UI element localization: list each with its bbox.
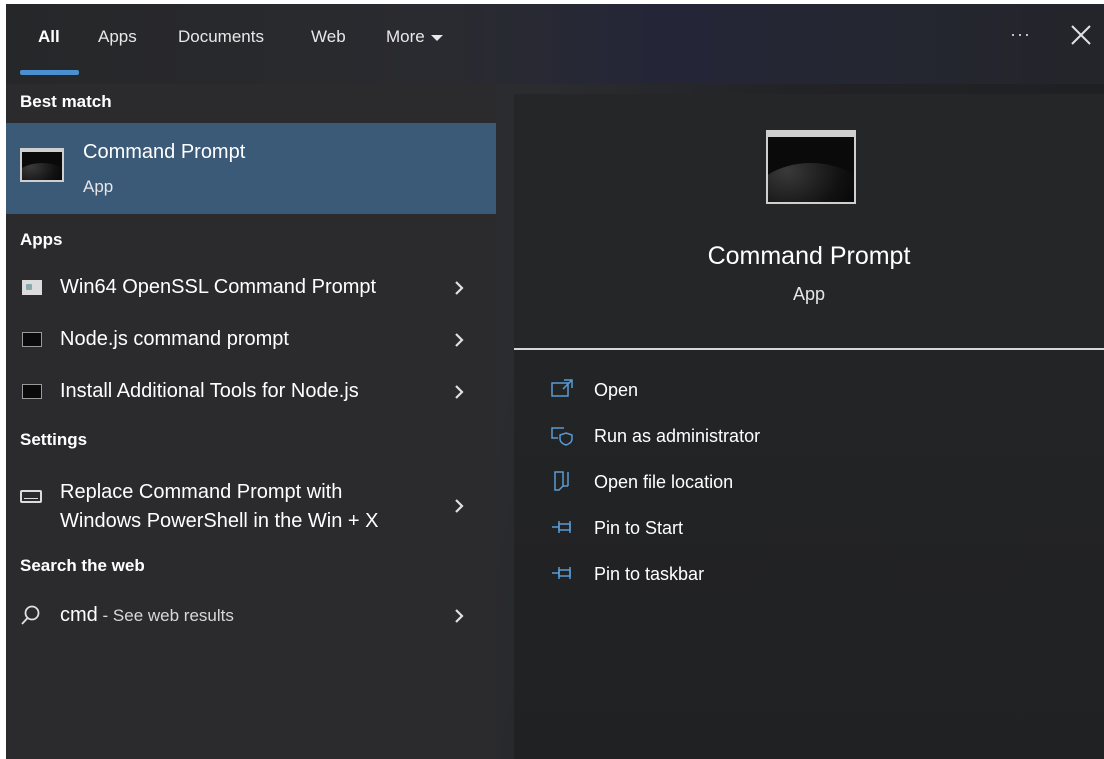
openssl-icon: [22, 280, 42, 295]
command-prompt-icon: [20, 148, 64, 182]
app-result-label: Install Additional Tools for Node.js: [60, 380, 359, 402]
pin-icon: [552, 521, 571, 533]
open-icon: [551, 379, 573, 397]
action-run-as-admin[interactable]: Run as administrator: [550, 422, 950, 452]
settings-result-powershell[interactable]: Replace Command Prompt with Windows Powe…: [6, 476, 496, 540]
keyboard-icon: [20, 490, 42, 503]
app-result-openssl[interactable]: Win64 OpenSSL Command Prompt: [6, 264, 496, 312]
app-result-nodejs-tools[interactable]: Install Additional Tools for Node.js: [6, 368, 496, 416]
preview-type: App: [792, 284, 826, 304]
action-pin-to-taskbar[interactable]: Pin to taskbar: [550, 560, 950, 590]
tab-documents[interactable]: Documents: [178, 27, 264, 51]
search-window: All Apps Documents Web More ··· Best mat…: [6, 4, 1104, 759]
settings-result-line2: Windows PowerShell in the Win + X: [60, 510, 379, 532]
best-match-type: App: [83, 177, 114, 196]
chevron-right-icon: [455, 385, 464, 399]
command-prompt-icon: [766, 130, 856, 204]
action-label: Open file location: [594, 472, 734, 492]
action-label: Pin to taskbar: [594, 564, 705, 584]
search-icon: [21, 605, 40, 625]
action-open-file-location[interactable]: Open file location: [550, 468, 950, 498]
tab-more-label: More: [386, 27, 425, 46]
chevron-right-icon: [455, 333, 464, 347]
results-pane: Best match Command Prompt App Apps Win64…: [6, 84, 496, 759]
pin-icon: [552, 567, 571, 579]
best-match-header: Best match: [20, 92, 112, 111]
app-result-label: Node.js command prompt: [60, 328, 289, 350]
search-web-header: Search the web: [20, 556, 145, 575]
settings-result-line1: Replace Command Prompt with: [60, 481, 343, 503]
settings-result-label: Replace Command Prompt with Windows Powe…: [60, 478, 378, 536]
active-tab-indicator: [20, 70, 79, 75]
apps-header: Apps: [20, 230, 63, 249]
close-icon: [1071, 25, 1091, 45]
action-label: Open: [594, 380, 639, 400]
tab-apps[interactable]: Apps: [98, 27, 137, 51]
action-label: Run as administrator: [594, 426, 761, 446]
app-result-nodejs-prompt[interactable]: Node.js command prompt: [6, 316, 496, 364]
best-match-item[interactable]: Command Prompt App: [6, 123, 496, 214]
preview-title: Command Prompt: [707, 242, 911, 270]
action-pin-to-start[interactable]: Pin to Start: [550, 514, 950, 544]
action-label: Pin to Start: [594, 518, 684, 538]
folder-icon: [554, 471, 569, 491]
console-icon: [22, 332, 42, 347]
shield-icon: [551, 427, 573, 446]
web-result-cmd[interactable]: cmd - See web results: [6, 592, 496, 640]
web-results-suffix: - See web results: [97, 606, 234, 625]
settings-header: Settings: [20, 430, 88, 449]
preview-header: Command Prompt App: [514, 94, 1104, 348]
tab-all[interactable]: All: [38, 27, 60, 51]
best-match-title: Command Prompt: [83, 141, 246, 163]
chevron-right-icon: [455, 281, 464, 295]
preview-pane: Command Prompt App Open Run as administr…: [514, 94, 1104, 759]
caret-down-icon: [430, 34, 443, 41]
chevron-right-icon: [455, 609, 464, 623]
tab-web[interactable]: Web: [311, 27, 346, 51]
web-result-label: cmd - See web results: [60, 604, 234, 627]
action-open[interactable]: Open: [550, 376, 950, 406]
preview-divider: [514, 348, 1104, 350]
console-icon: [22, 384, 42, 399]
close-button[interactable]: [1066, 20, 1096, 50]
app-result-label: Win64 OpenSSL Command Prompt: [60, 276, 377, 298]
chevron-right-icon: [455, 499, 464, 513]
tab-more[interactable]: More: [386, 27, 443, 51]
web-query: cmd: [60, 604, 98, 626]
filter-tab-bar: All Apps Documents Web More ···: [6, 4, 1104, 84]
more-options-button[interactable]: ···: [1010, 24, 1031, 45]
